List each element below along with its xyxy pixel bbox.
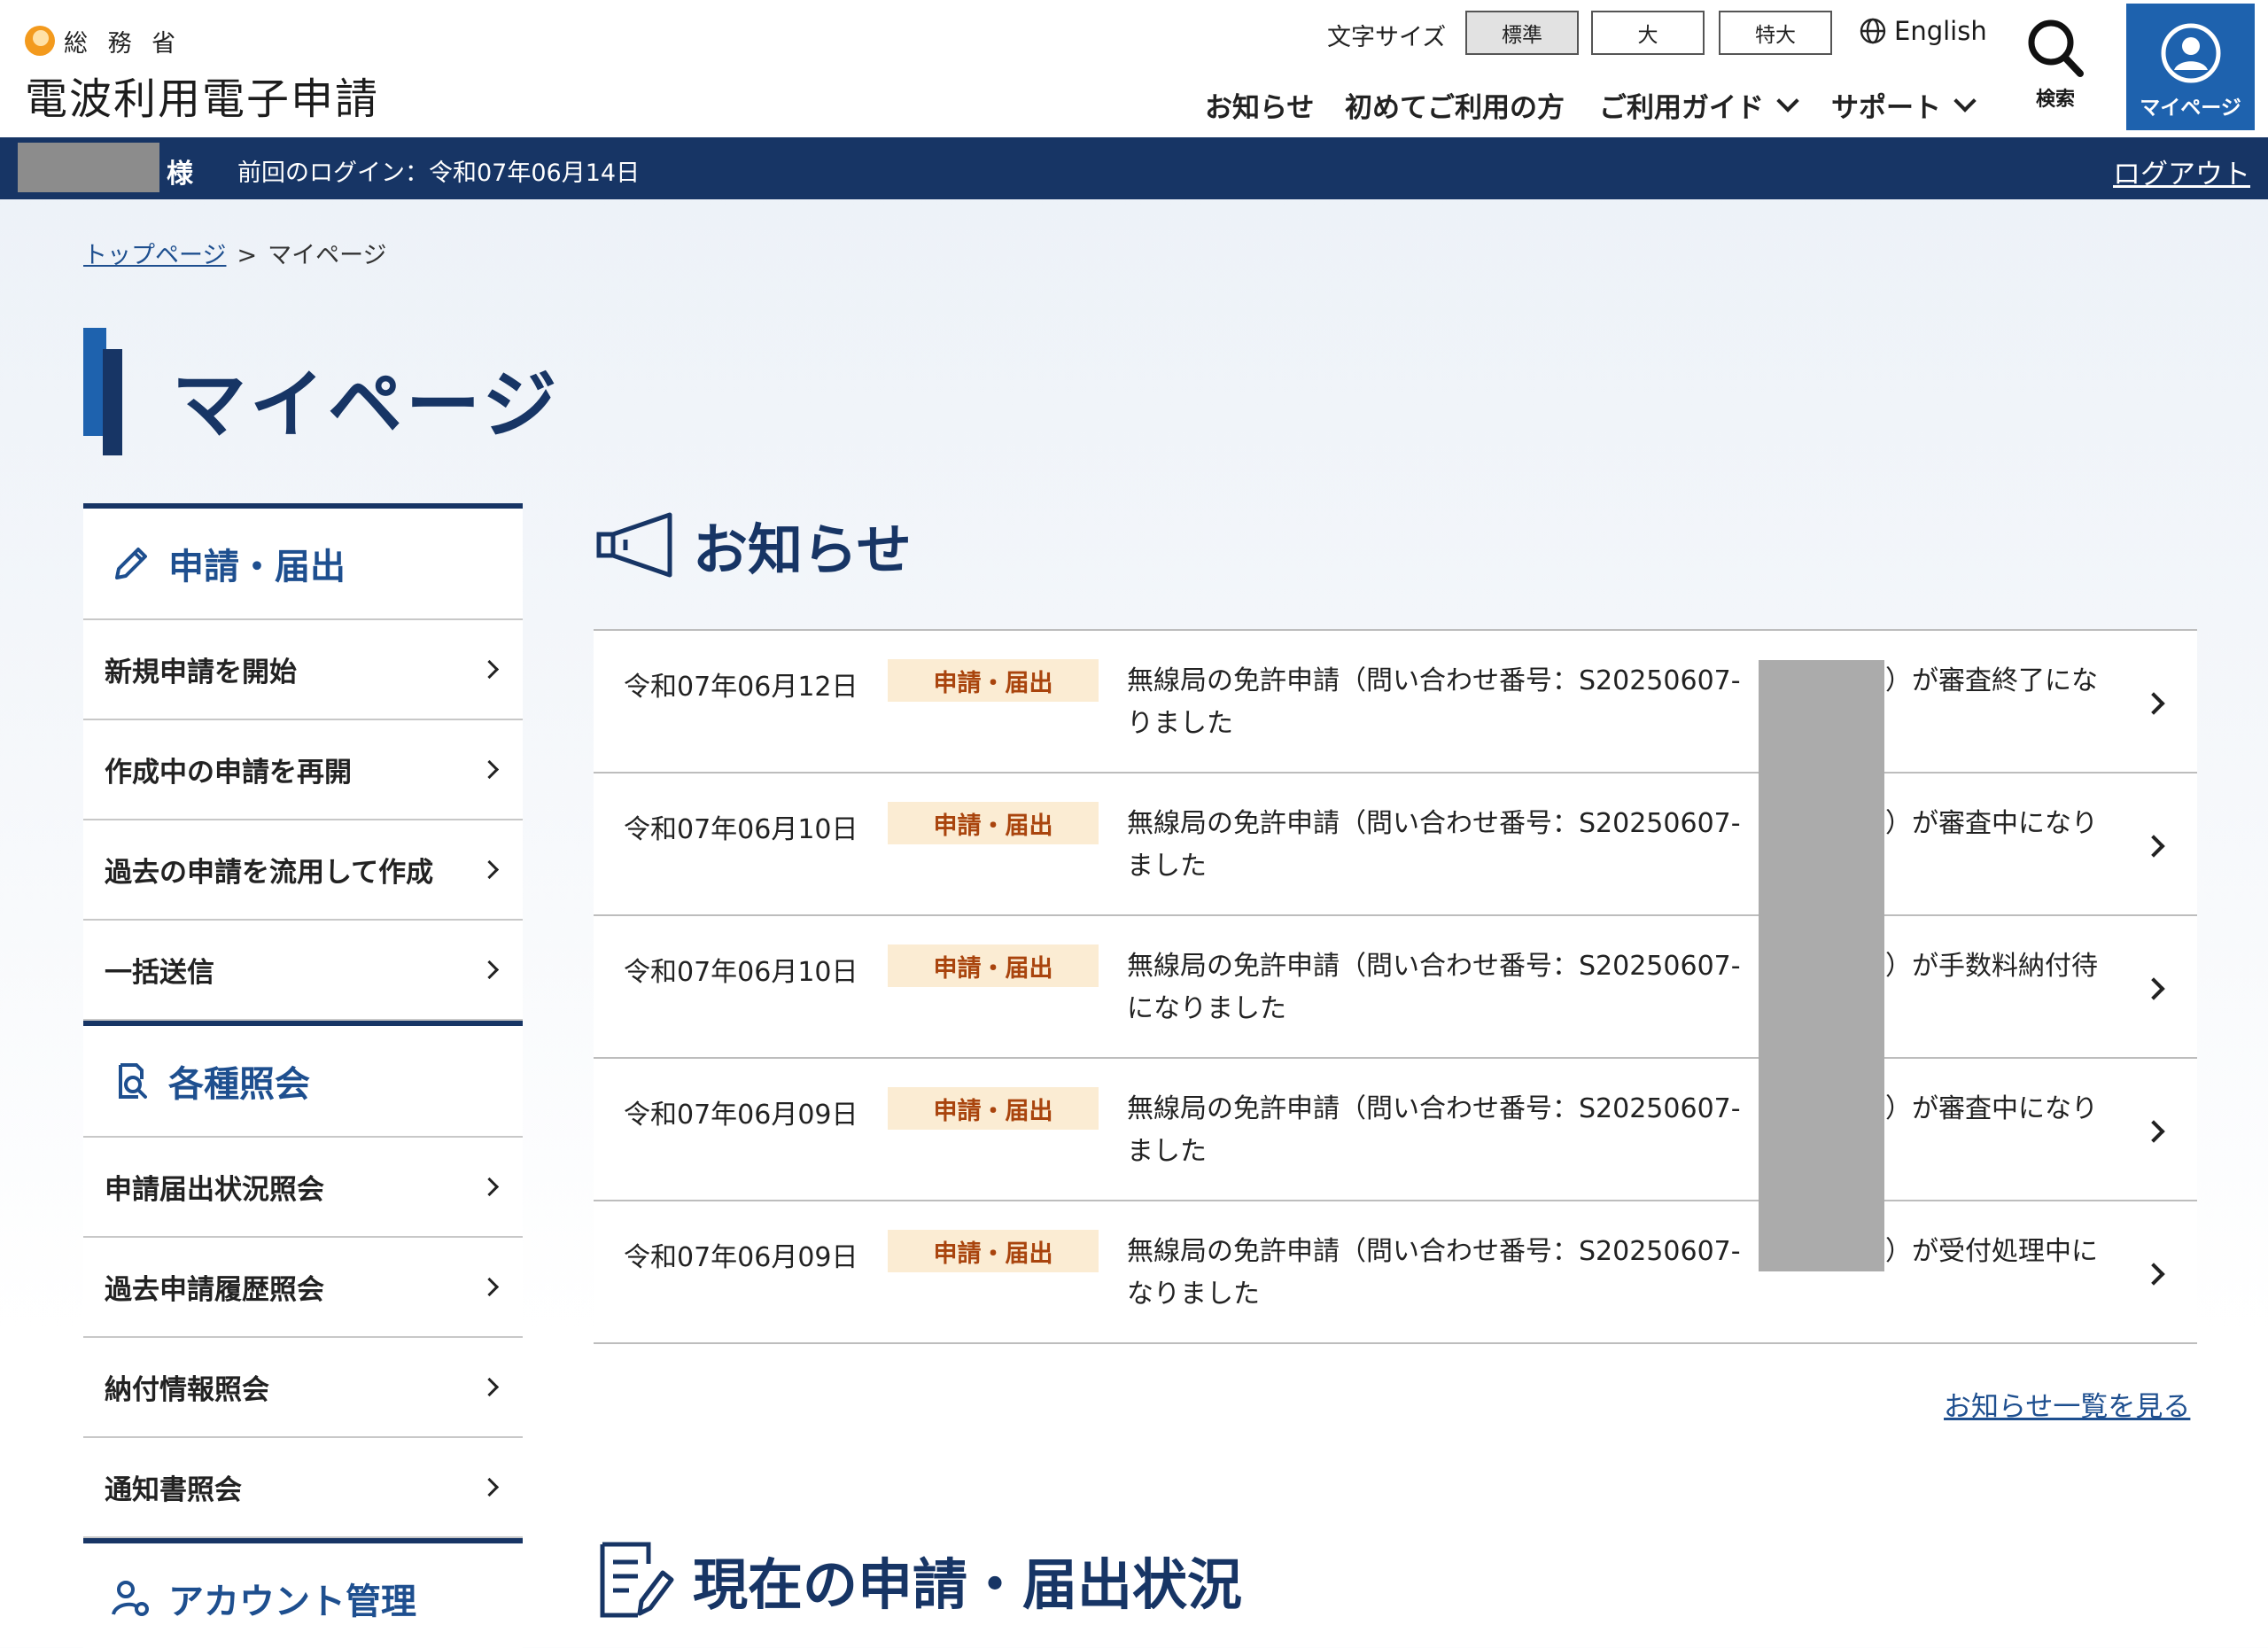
font-size-xlarge-button[interactable]: 特大 xyxy=(1719,11,1832,55)
megaphone-icon xyxy=(596,512,672,578)
title-accent-bar-dark xyxy=(103,349,122,455)
document-edit-icon xyxy=(600,1542,674,1618)
sidebar-item-history-inquiry[interactable]: 過去申請履歴照会 xyxy=(83,1238,523,1338)
sidebar-item-notice-inquiry[interactable]: 通知書照会 xyxy=(83,1438,523,1538)
nav-guide[interactable]: ご利用ガイド xyxy=(1599,85,1799,125)
search-icon xyxy=(2028,19,2084,77)
chevron-right-icon xyxy=(479,1177,500,1197)
site-name: 電波利用電子申請 xyxy=(25,74,380,124)
globe-icon xyxy=(1860,18,1886,44)
sidebar-section-title: 各種照会 xyxy=(168,1064,310,1105)
breadcrumb-separator-icon: > xyxy=(237,242,258,269)
mypage-button[interactable]: マイページ xyxy=(2126,4,2255,130)
breadcrumb: トップページ > マイページ xyxy=(83,236,387,270)
sidebar-section-title: アカウント管理 xyxy=(168,1582,416,1622)
logout-link[interactable]: ログアウト xyxy=(2113,152,2250,191)
font-size-standard-button[interactable]: 標準 xyxy=(1465,11,1579,55)
font-size-label: 文字サイズ xyxy=(1327,24,1447,51)
sidebar-section-title: 申請・届出 xyxy=(168,547,346,587)
chevron-right-icon xyxy=(479,960,500,980)
news-date: 令和07年06月09日 xyxy=(624,1242,858,1273)
sidebar-item-payment-inquiry[interactable]: 納付情報照会 xyxy=(83,1338,523,1438)
user-circle-icon xyxy=(2161,23,2220,83)
nav-news[interactable]: お知らせ xyxy=(1205,85,1314,125)
sidebar: 申請・届出 新規申請を開始 作成中の申請を再開 過去の申請を流用して作成 一括送… xyxy=(83,503,523,1648)
user-honorific: 様 xyxy=(167,159,193,190)
sidebar-section-inquiries: 各種照会 xyxy=(83,1021,523,1138)
user-bar: 様 前回のログイン：令和07年06月14日 ログアウト xyxy=(0,137,2268,199)
site-header: 総 務 省 電波利用電子申請 文字サイズ 標準 大 特大 English お知ら… xyxy=(0,0,2268,137)
language-switch[interactable]: English xyxy=(1859,16,1987,46)
news-title: お知らせ xyxy=(693,517,912,582)
nav-first-time[interactable]: 初めてご利用の方 xyxy=(1345,85,1565,125)
breadcrumb-current: マイページ xyxy=(268,242,387,269)
chevron-down-icon xyxy=(1953,89,1977,113)
ministry-name: 総 務 省 xyxy=(64,29,183,58)
news-item[interactable]: 令和07年06月10日 申請・届出 無線局の免許申請（問い合わせ番号：S2025… xyxy=(594,773,2197,916)
news-item[interactable]: 令和07年06月12日 申請・届出 無線局の免許申請（問い合わせ番号：S2025… xyxy=(594,631,2197,773)
news-text: 無線局の免許申請（問い合わせ番号：S20250607- ）が受付処理中に なりまし… xyxy=(1127,1236,2098,1310)
news-category-badge: 申請・届出 xyxy=(888,944,1099,987)
status-heading: 現在の申請・届出状況 xyxy=(594,1537,1242,1622)
document-search-icon xyxy=(119,1063,147,1099)
news-text: 無線局の免許申請（問い合わせ番号：S20250607- ）が審査終了にな りました xyxy=(1127,665,2098,739)
chevron-right-icon xyxy=(479,1277,500,1297)
news-category-badge: 申請・届出 xyxy=(888,1230,1099,1272)
news-item[interactable]: 令和07年06月09日 申請・届出 無線局の免許申請（問い合わせ番号：S2025… xyxy=(594,1059,2197,1201)
chevron-down-icon xyxy=(1776,89,1799,113)
ministry-emblem-icon xyxy=(25,26,55,56)
chevron-right-icon xyxy=(479,759,500,780)
news-list: 令和07年06月12日 申請・届出 無線局の免許申請（問い合わせ番号：S2025… xyxy=(594,629,2197,1344)
chevron-right-icon xyxy=(479,1377,500,1397)
nav-support[interactable]: サポート xyxy=(1831,85,1977,125)
search-button[interactable]: 検索 xyxy=(2011,16,2100,122)
sidebar-item-resume-draft[interactable]: 作成中の申請を再開 xyxy=(83,720,523,820)
chevron-right-icon xyxy=(479,659,500,680)
chevron-right-icon xyxy=(479,1477,500,1497)
page-title: マイページ xyxy=(172,361,561,448)
news-text: 無線局の免許申請（問い合わせ番号：S20250607- ）が審査中になり ました xyxy=(1127,808,2098,882)
user-name-redacted xyxy=(18,143,159,192)
news-date: 令和07年06月10日 xyxy=(624,814,858,845)
site-logo[interactable]: 総 務 省 電波利用電子申請 xyxy=(25,23,379,126)
breadcrumb-home-link[interactable]: トップページ xyxy=(83,242,226,269)
news-category-badge: 申請・届出 xyxy=(888,659,1099,702)
status-title: 現在の申請・届出状況 xyxy=(693,1552,1243,1617)
sidebar-item-bulk-send[interactable]: 一括送信 xyxy=(83,921,523,1021)
news-text: 無線局の免許申請（問い合わせ番号：S20250607- ）が手数料納付待 になりま… xyxy=(1127,951,2098,1024)
sidebar-item-reuse-past[interactable]: 過去の申請を流用して作成 xyxy=(83,820,523,921)
news-heading: お知らせ xyxy=(594,505,912,585)
chevron-right-icon xyxy=(479,859,500,880)
news-category-badge: 申請・届出 xyxy=(888,1087,1099,1130)
pencil-icon xyxy=(115,548,147,579)
last-login-text: 前回のログイン：令和07年06月14日 xyxy=(237,159,641,187)
news-item[interactable]: 令和07年06月10日 申請・届出 無線局の免許申請（問い合わせ番号：S2025… xyxy=(594,916,2197,1059)
search-label: 検索 xyxy=(2035,89,2075,111)
font-size-large-button[interactable]: 大 xyxy=(1591,11,1705,55)
language-label: English xyxy=(1894,16,1987,46)
sidebar-section-account: アカウント管理 xyxy=(83,1538,523,1648)
news-list-link[interactable]: お知らせ一覧を見る xyxy=(1944,1384,2190,1424)
inquiry-number-redaction xyxy=(1759,660,1884,1271)
sidebar-item-status-inquiry[interactable]: 申請届出状況照会 xyxy=(83,1138,523,1238)
news-item[interactable]: 令和07年06月09日 申請・届出 無線局の免許申請（問い合わせ番号：S2025… xyxy=(594,1201,2197,1344)
news-category-badge: 申請・届出 xyxy=(888,802,1099,844)
sidebar-item-new-application[interactable]: 新規申請を開始 xyxy=(83,620,523,720)
news-date: 令和07年06月09日 xyxy=(624,1100,858,1131)
news-date: 令和07年06月12日 xyxy=(624,672,858,703)
sidebar-section-application: 申請・届出 xyxy=(83,503,523,620)
news-text: 無線局の免許申請（問い合わせ番号：S20250607- ）が審査中になり ました xyxy=(1127,1093,2098,1167)
user-gear-icon xyxy=(112,1581,149,1616)
mypage-label: マイページ xyxy=(2140,97,2241,120)
news-date: 令和07年06月10日 xyxy=(624,957,858,988)
